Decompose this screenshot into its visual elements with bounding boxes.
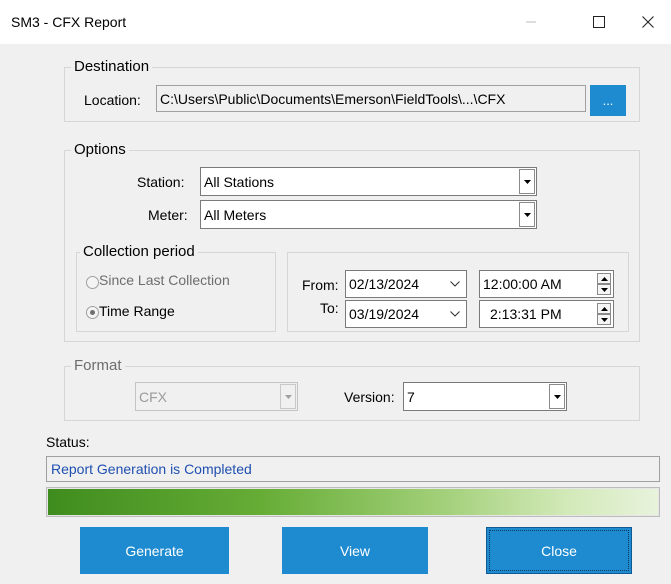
from-date-dropdown[interactable] [448,271,462,297]
format-group-label: Format [71,357,125,374]
minimize-icon [526,21,536,23]
options-group-label: Options [71,141,129,158]
status-label: Status: [46,434,90,450]
version-label: Version: [344,389,395,405]
chevron-down-icon [523,212,531,217]
to-label: To: [320,300,339,316]
to-time-spinner[interactable] [597,303,611,325]
close-window-button[interactable] [625,0,671,44]
meter-select[interactable]: All Meters [200,200,537,229]
spin-down-icon[interactable] [597,284,611,295]
format-select[interactable]: CFX [135,382,298,411]
browse-button[interactable]: ... [590,85,626,116]
time-range-radio[interactable] [86,306,99,319]
location-label: Location: [84,92,141,108]
from-label: From: [302,277,339,293]
to-date-dropdown[interactable] [448,301,462,327]
format-value: CFX [139,388,167,405]
progress-bar [46,487,660,517]
maximize-icon [593,16,605,28]
collection-period-group [76,252,276,332]
close-button[interactable]: Close [486,527,632,574]
version-value: 7 [407,388,415,405]
spin-up-icon[interactable] [597,303,611,314]
version-dropdown-button[interactable] [549,384,565,409]
maximize-button[interactable] [576,0,622,44]
station-select[interactable]: All Stations [200,167,537,196]
station-dropdown-button[interactable] [519,169,535,194]
since-last-collection-radio[interactable] [86,276,99,289]
time-range-label[interactable]: Time Range [99,303,175,319]
from-time-picker[interactable]: 12:00:00 AM [479,270,614,298]
chevron-down-icon [523,179,531,184]
chevron-down-icon [450,311,460,317]
close-icon [642,16,654,28]
version-select[interactable]: 7 [403,382,567,411]
spin-up-icon[interactable] [597,273,611,284]
to-time-picker[interactable]: 2:13:31 PM [479,300,614,328]
meter-value: All Meters [204,206,267,223]
location-field[interactable]: C:\Users\Public\Documents\Emerson\FieldT… [156,85,586,112]
view-button[interactable]: View [282,527,428,574]
format-dropdown-button[interactable] [280,384,296,409]
station-label: Station: [137,174,185,190]
from-date-value: 02/13/2024 [349,276,420,292]
from-time-spinner[interactable] [597,273,611,295]
minimize-button[interactable] [508,0,554,44]
collection-period-label: Collection period [80,243,198,260]
progress-fill [48,489,658,515]
meter-dropdown-button[interactable] [519,202,535,227]
to-date-value: 03/19/2024 [349,306,420,322]
chevron-down-icon [284,394,292,399]
from-time-value: 12:00:00 AM [483,276,562,292]
spin-down-icon[interactable] [597,314,611,325]
station-value: All Stations [204,173,275,190]
meter-label: Meter: [148,207,188,223]
generate-button[interactable]: Generate [80,527,229,574]
to-time-value: 2:13:31 PM [490,306,562,322]
since-last-collection-label[interactable]: Since Last Collection [99,272,230,288]
from-date-picker[interactable]: 02/13/2024 [345,270,467,298]
to-date-picker[interactable]: 03/19/2024 [345,300,467,328]
chevron-down-icon [450,281,460,287]
chevron-down-icon [553,394,561,399]
status-message: Report Generation is Completed [46,456,660,482]
destination-group-label: Destination [71,58,153,75]
window-title: SM3 - CFX Report [11,14,127,30]
